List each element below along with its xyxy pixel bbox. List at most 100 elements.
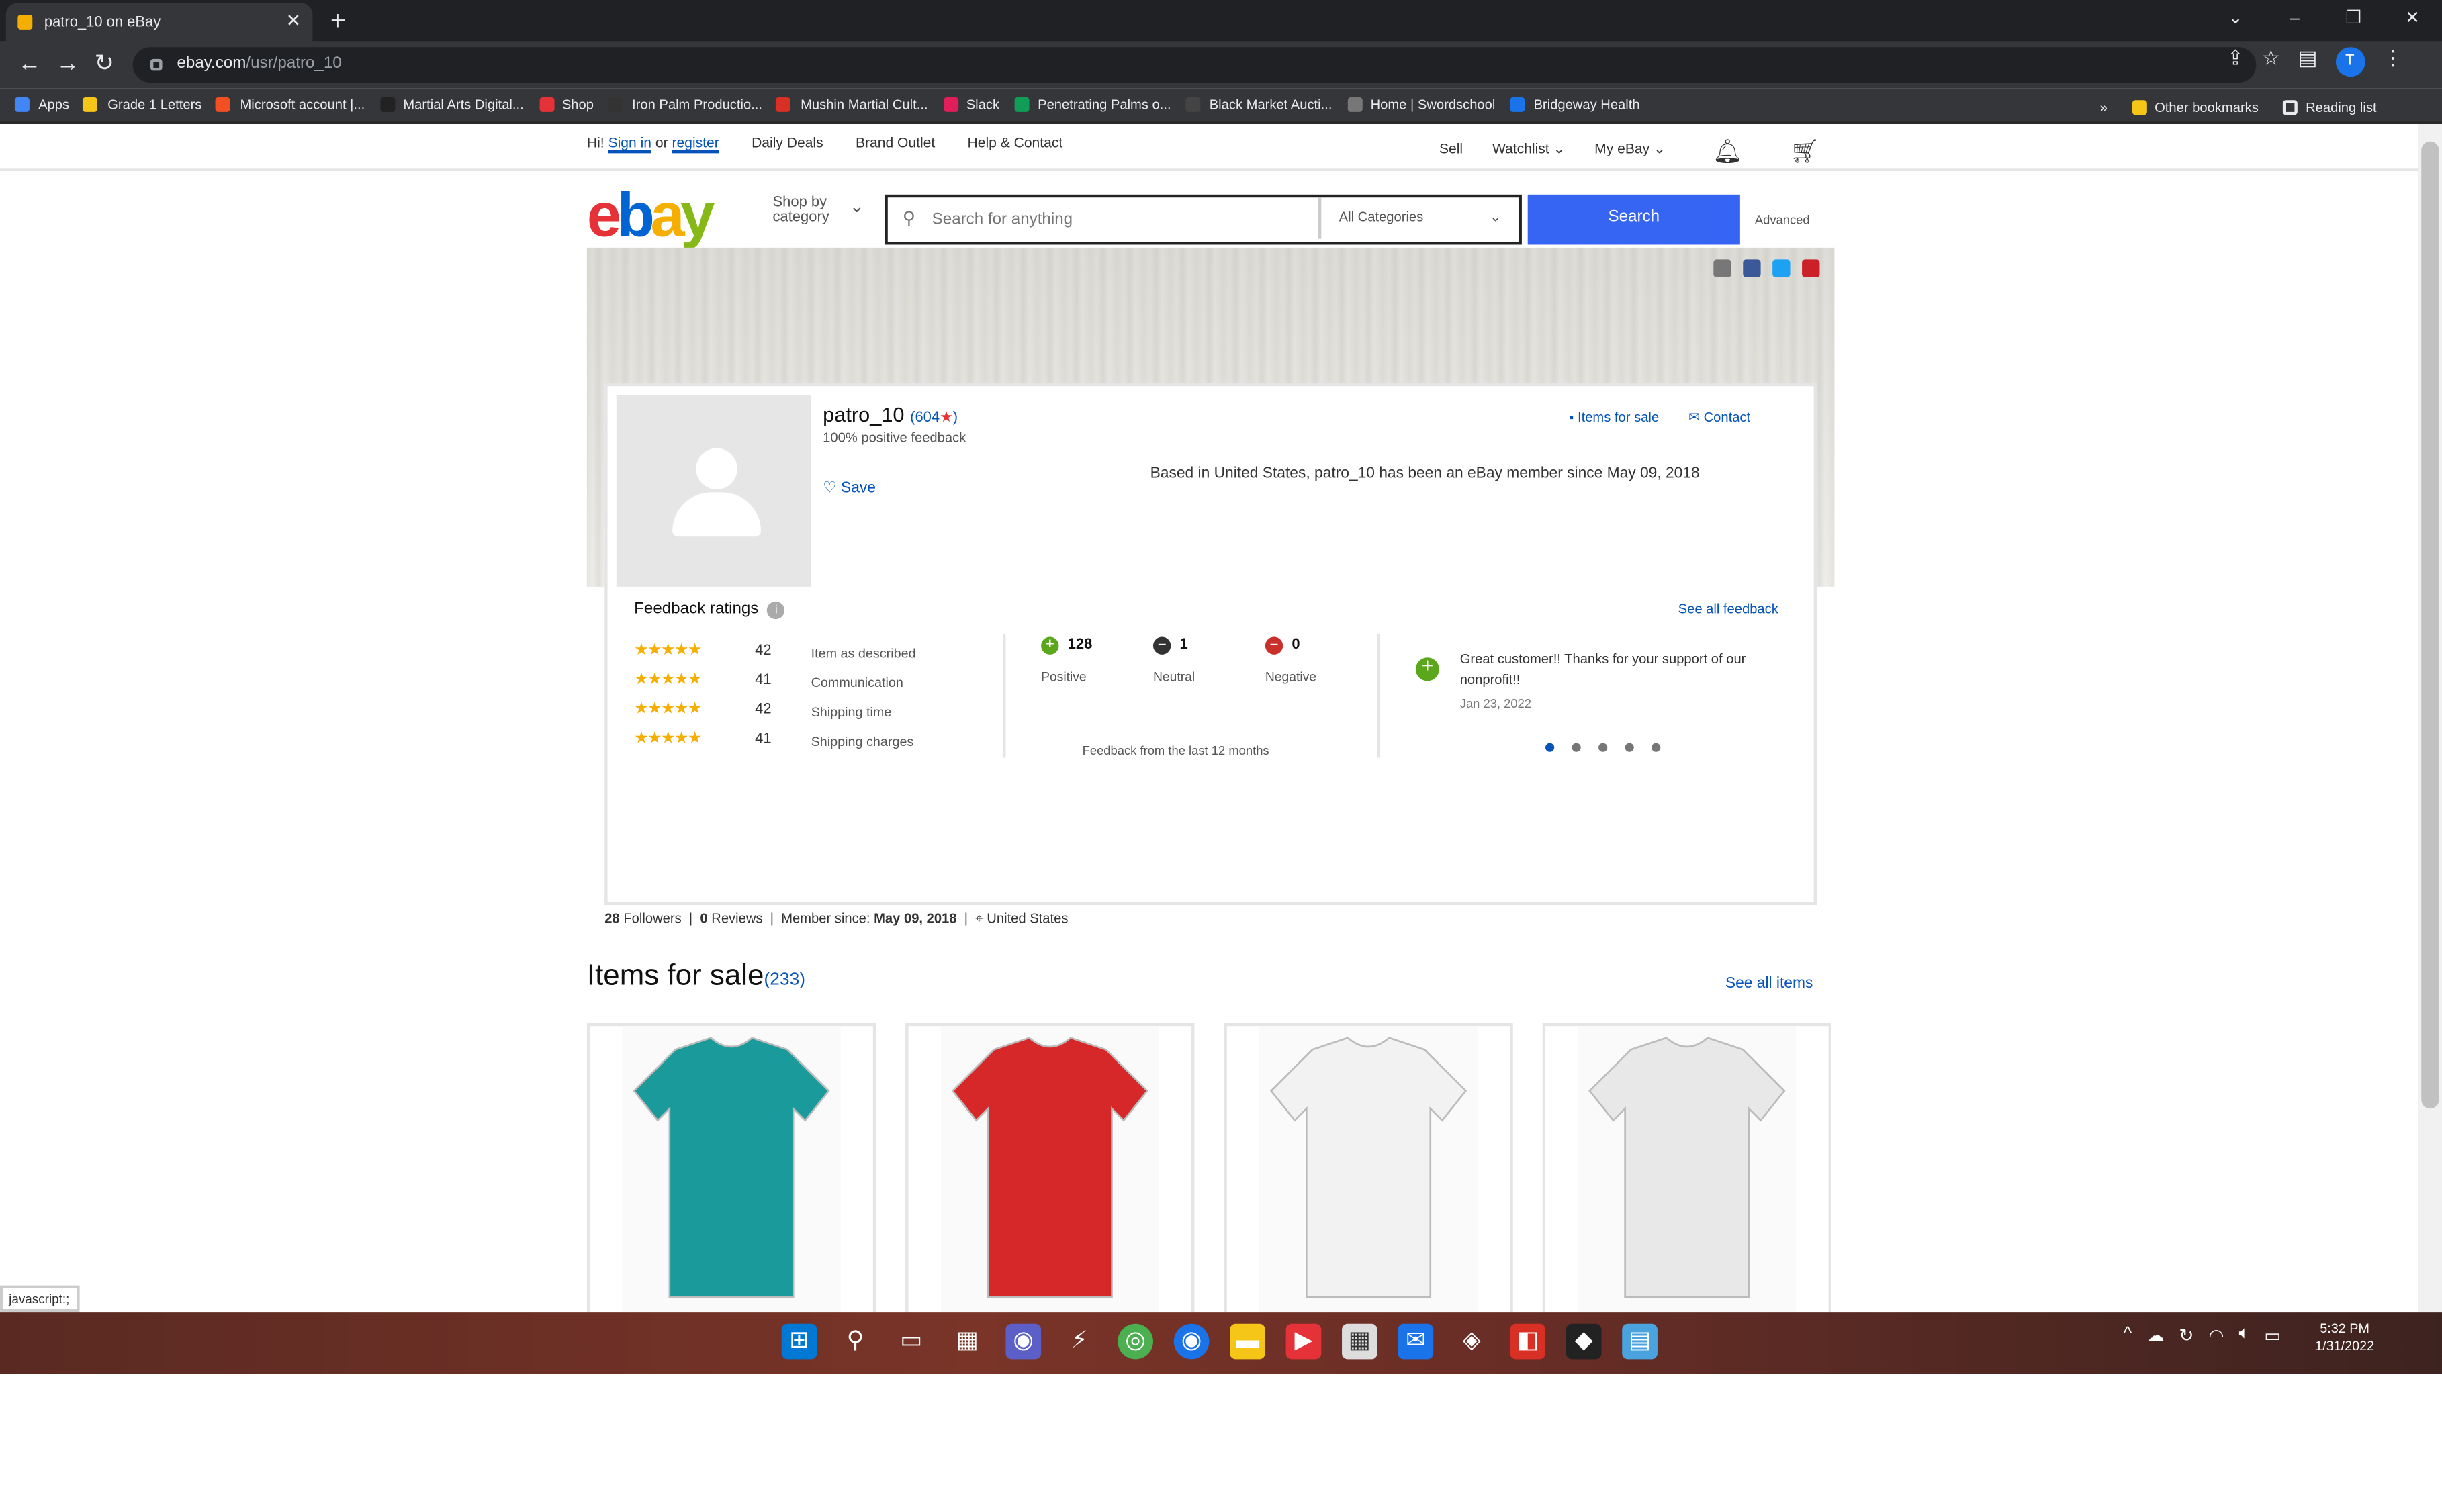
forward-icon[interactable]: → bbox=[56, 47, 79, 83]
bookmark-item[interactable]: Black Market Aucti... bbox=[1185, 97, 1332, 112]
share-icon[interactable]: ⇪ bbox=[2226, 47, 2244, 77]
reviews-count: 0 bbox=[700, 910, 708, 926]
bookmark-item[interactable]: Martial Arts Digital... bbox=[379, 97, 524, 112]
count-label: Negative bbox=[1265, 669, 1317, 684]
bookmark-item[interactable]: Slack bbox=[942, 97, 999, 112]
search-input[interactable] bbox=[932, 210, 1316, 229]
my-ebay-link[interactable]: My eBay ⌄ bbox=[1594, 144, 1666, 159]
sell-link[interactable]: Sell bbox=[1439, 144, 1463, 159]
browser-tab[interactable]: patro_10 on eBay ✕ bbox=[5, 3, 313, 42]
save-seller-button[interactable]: ♡ Save bbox=[823, 481, 876, 498]
chrome-icon[interactable]: ◎ bbox=[1118, 1323, 1153, 1360]
wifi-icon[interactable]: ◠ bbox=[2208, 1327, 2224, 1347]
bookmark-item[interactable]: Microsoft account |... bbox=[216, 97, 365, 112]
feedback-score[interactable]: (604★) bbox=[910, 410, 958, 427]
task-view-icon[interactable]: ▭ bbox=[894, 1324, 930, 1360]
bookmark-item[interactable]: Shop bbox=[538, 97, 594, 112]
reading-list[interactable]: Reading list bbox=[2281, 99, 2377, 114]
close-window-icon[interactable]: ✕ bbox=[2383, 0, 2442, 41]
help-contact-link[interactable]: Help & Contact bbox=[968, 138, 1063, 153]
menu-icon[interactable]: ⋮ bbox=[2382, 47, 2403, 77]
teams-chat-icon[interactable]: ◉ bbox=[1005, 1323, 1042, 1360]
shop-by-category[interactable]: Shop by category ⌄ bbox=[773, 196, 864, 227]
edge-icon[interactable]: ◉ bbox=[1173, 1323, 1210, 1360]
calendar-icon[interactable]: ▦ bbox=[1342, 1323, 1377, 1360]
cart-icon[interactable]: 🛒︎ bbox=[1790, 138, 1820, 165]
back-icon[interactable]: ← bbox=[17, 47, 41, 83]
bookmark-item[interactable]: Apps bbox=[14, 97, 69, 112]
other-bookmarks[interactable]: Other bookmarks bbox=[2130, 99, 2259, 114]
carousel-dot[interactable] bbox=[1625, 743, 1634, 752]
item-tile[interactable]: Nike Dri-Fit R...US $42.0032m left bbox=[905, 1023, 1195, 1313]
search-icon[interactable]: ⚲ bbox=[838, 1324, 873, 1360]
contact-link[interactable]: ✉ Contact bbox=[1688, 410, 1750, 427]
extensions-icon[interactable]: ▤ bbox=[2298, 47, 2318, 77]
start-icon[interactable]: ⊞ bbox=[781, 1323, 817, 1360]
brand-outlet-link[interactable]: Brand Outlet bbox=[856, 138, 935, 153]
item-tile[interactable]: Nike Dri-Fit Le...US $14.9631m left bbox=[586, 1023, 876, 1313]
category-select[interactable]: All Categories ⌄ bbox=[1318, 197, 1519, 239]
sync-icon[interactable]: ↻ bbox=[2179, 1327, 2194, 1347]
carousel-dot[interactable] bbox=[1652, 743, 1661, 752]
office-icon[interactable]: ◧ bbox=[1510, 1323, 1546, 1360]
battery-icon[interactable]: ▭ bbox=[2264, 1327, 2281, 1347]
restore-icon[interactable]: ❐ bbox=[2324, 0, 2383, 41]
winamp-icon[interactable]: ⚡ bbox=[1062, 1324, 1097, 1360]
bookmark-item[interactable]: Grade 1 Letters bbox=[84, 97, 201, 112]
bookmark-item[interactable]: Penetrating Palms o... bbox=[1013, 97, 1171, 112]
bookmark-item[interactable]: Iron Palm Productio... bbox=[608, 97, 762, 112]
see-all-items-link[interactable]: See all items bbox=[1725, 976, 1813, 994]
chevron-up-icon[interactable]: ^ bbox=[2124, 1327, 2132, 1348]
taskbar-clock[interactable]: 5:32 PM 1/31/2022 bbox=[2315, 1321, 2374, 1356]
onedrive-icon[interactable]: ☁ bbox=[2146, 1327, 2164, 1347]
bookmarks-overflow-icon[interactable]: » bbox=[2100, 99, 2108, 113]
media-player-icon[interactable]: ▶ bbox=[1285, 1323, 1322, 1360]
item-tile[interactable]: Nike Football C...US $0.995d left bbox=[1542, 1023, 1832, 1313]
search-button[interactable]: Search bbox=[1527, 194, 1740, 245]
see-all-feedback-link[interactable]: See all feedback bbox=[1678, 602, 1778, 616]
ebay-logo[interactable]: ebay bbox=[587, 186, 715, 248]
address-bar[interactable]: ebay.com /usr/patro_10 bbox=[132, 47, 2257, 83]
bookmark-star-icon[interactable]: ☆ bbox=[2262, 47, 2281, 77]
file-explorer-icon[interactable]: ▬ bbox=[1230, 1323, 1265, 1360]
minimize-icon[interactable]: – bbox=[2265, 0, 2324, 41]
twitter-icon[interactable] bbox=[1772, 259, 1791, 277]
page-scrollbar[interactable] bbox=[2418, 124, 2442, 1313]
daily-deals-link[interactable]: Daily Deals bbox=[752, 138, 823, 153]
reading-list-label: Reading list bbox=[2306, 99, 2377, 114]
watchlist-link[interactable]: Watchlist ⌄ bbox=[1492, 144, 1565, 159]
register-link[interactable]: register bbox=[672, 138, 719, 153]
items-for-sale-link[interactable]: ▪ Items for sale bbox=[1569, 410, 1659, 427]
advanced-search-link[interactable]: Advanced bbox=[1755, 212, 1810, 227]
divider bbox=[1003, 634, 1006, 758]
volume-icon[interactable]: 🔈︎ bbox=[2238, 1327, 2249, 1348]
pinterest-icon[interactable] bbox=[1802, 259, 1820, 277]
widgets-icon[interactable]: ▦ bbox=[950, 1324, 985, 1360]
item-tile[interactable]: Brooklyn Nets N...US $18.675d left bbox=[1224, 1023, 1513, 1313]
reload-icon[interactable]: ↻ bbox=[95, 47, 114, 83]
carousel-dot[interactable] bbox=[1598, 743, 1608, 752]
scrollbar-thumb[interactable] bbox=[2421, 141, 2439, 1109]
facebook-icon[interactable] bbox=[1743, 259, 1761, 277]
info-icon[interactable]: i bbox=[767, 601, 785, 620]
carousel-dot[interactable] bbox=[1572, 743, 1581, 752]
carousel-dot[interactable] bbox=[1545, 743, 1555, 752]
dropbox-icon[interactable]: ◈ bbox=[1454, 1324, 1490, 1360]
bookmark-item[interactable]: Bridgeway Health bbox=[1510, 97, 1640, 112]
new-tab-icon[interactable]: + bbox=[330, 3, 346, 38]
notification-bell-icon[interactable]: 🔔︎ bbox=[1713, 138, 1743, 165]
profile-avatar[interactable]: T bbox=[2335, 47, 2365, 77]
epic-games-icon[interactable]: ◆ bbox=[1566, 1323, 1602, 1360]
bookmark-item[interactable]: Home | Swordschool bbox=[1347, 97, 1495, 112]
notepad-icon[interactable]: ▤ bbox=[1622, 1323, 1658, 1360]
mail-icon[interactable]: ✉ bbox=[1398, 1323, 1434, 1360]
greeting-text: Hi! bbox=[586, 138, 604, 154]
tab-search-icon[interactable]: ⌄ bbox=[2206, 0, 2265, 41]
feedback-counts: +128 Positive –1 Neutral –0 Negative bbox=[1041, 636, 1324, 684]
chevron-down-icon: ⌄ bbox=[849, 200, 864, 218]
email-share-icon[interactable] bbox=[1713, 259, 1731, 277]
sign-in-link[interactable]: Sign in bbox=[608, 138, 651, 153]
bookmark-item[interactable]: Mushin Martial Cult... bbox=[776, 97, 928, 112]
tab-close-icon[interactable]: ✕ bbox=[286, 12, 301, 32]
bookmark-favicon-icon bbox=[1185, 97, 1201, 112]
